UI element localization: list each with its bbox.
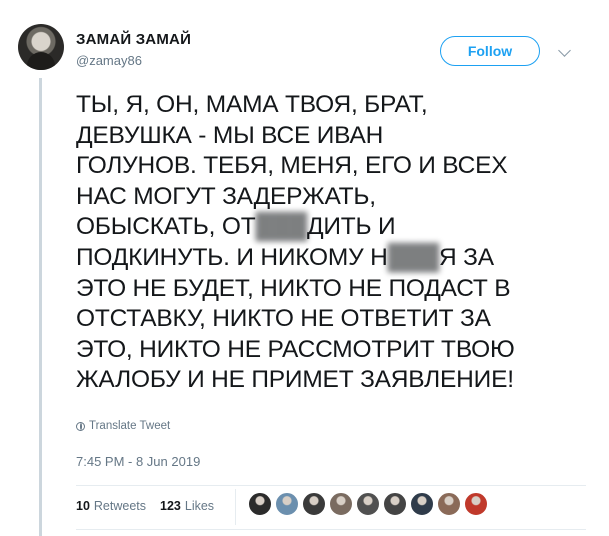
liker-avatar[interactable] [383, 492, 407, 516]
chevron-down-icon[interactable] [558, 44, 571, 57]
liker-avatar[interactable] [248, 492, 272, 516]
retweets-stat[interactable]: 10 Retweets [76, 499, 146, 513]
tweet-timestamp[interactable]: 7:45 PM - 8 Jun 2019 [76, 454, 200, 469]
liker-avatar[interactable] [275, 492, 299, 516]
liker-avatar[interactable] [329, 492, 353, 516]
divider [76, 529, 586, 530]
translate-tweet-link[interactable]: Translate Tweet [76, 420, 170, 432]
likers-avatars[interactable] [248, 492, 488, 516]
liker-avatar[interactable] [437, 492, 461, 516]
author-name[interactable]: ЗАМАЙ ЗАМАЙ [76, 31, 191, 48]
divider [76, 485, 586, 486]
author-handle[interactable]: @zamay86 [76, 53, 142, 68]
liker-avatar[interactable] [410, 492, 434, 516]
liker-avatar[interactable] [356, 492, 380, 516]
censored-word: ███ [387, 243, 440, 271]
divider [235, 489, 236, 525]
censored-word: ███ [255, 213, 308, 241]
tweet-stats: 10 Retweets 123 Likes [76, 499, 214, 513]
follow-button[interactable]: Follow [440, 36, 540, 66]
thread-line [39, 78, 42, 536]
liker-avatar[interactable] [302, 492, 326, 516]
likes-stat[interactable]: 123 Likes [160, 499, 214, 513]
liker-avatar[interactable] [464, 492, 488, 516]
globe-icon [76, 421, 85, 431]
tweet-text: ТЫ, Я, ОН, МАМА ТВОЯ, БРАТ, ДЕВУШКА - МЫ… [76, 91, 515, 394]
author-avatar[interactable] [18, 24, 64, 70]
